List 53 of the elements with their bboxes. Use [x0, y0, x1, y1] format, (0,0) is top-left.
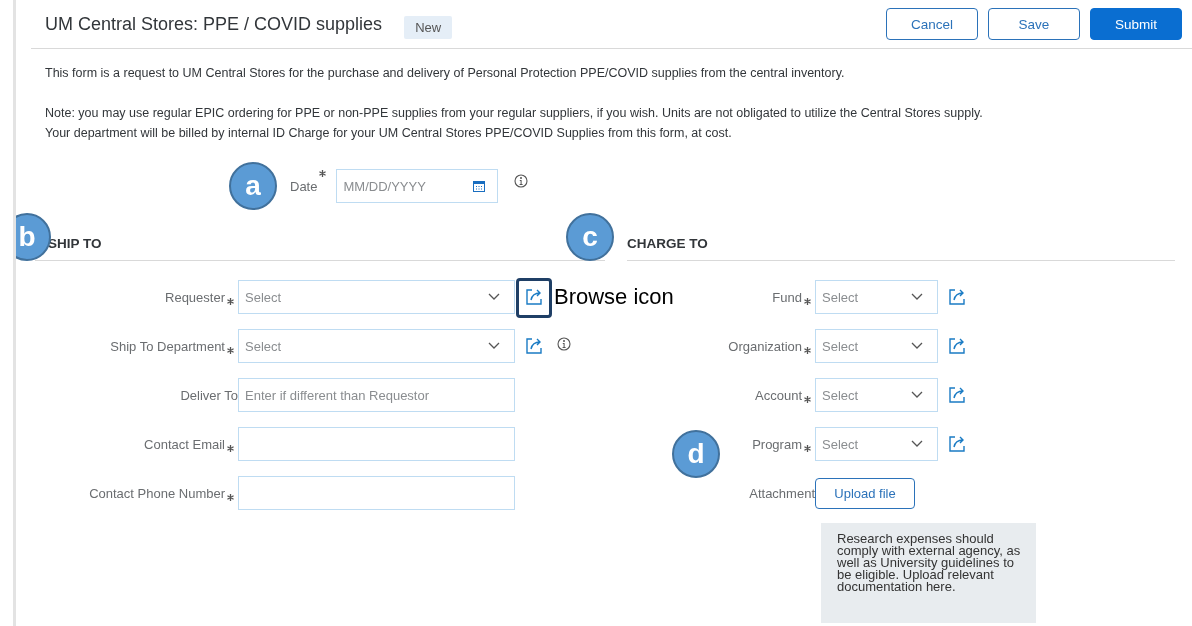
field-label: Contact Email: [144, 436, 225, 452]
select-field[interactable]: Select: [815, 378, 938, 412]
field-label: Program: [752, 436, 802, 452]
chevron-down-icon[interactable]: [911, 440, 923, 448]
field-label: Requester: [165, 289, 225, 305]
select-field[interactable]: Select: [815, 427, 938, 461]
annotation-label: Browse icon: [554, 284, 674, 310]
chevron-down-icon[interactable]: [488, 342, 500, 350]
chevron-down-icon[interactable]: [911, 293, 923, 301]
callout-marker: d: [672, 430, 720, 478]
info-note: Research expenses should comply with external agency, as well as University guidelines to be eligible. Upload relevant documentation here.: [821, 523, 1036, 623]
section-heading: CHARGE TO: [627, 236, 708, 251]
field-label: Organization: [728, 338, 802, 354]
note-text: Note: you may use regular EPIC ordering for PPE or non-PPE supplies from your regular suppliers, if you wish. Units are not obligated to utilize the Central Stores supply.: [45, 105, 984, 122]
info-icon[interactable]: [557, 337, 571, 351]
upload-button[interactable]: Upload file: [815, 477, 915, 509]
field-label: Ship To Department: [110, 338, 225, 354]
section-heading: SHIP TO: [48, 236, 102, 251]
browse-icon[interactable]: [525, 288, 543, 306]
select-field[interactable]: Select: [815, 280, 938, 314]
status-badge: New: [404, 15, 453, 39]
highlight-frame: [516, 278, 552, 318]
text-field[interactable]: [238, 476, 515, 510]
browse-icon[interactable]: [948, 435, 966, 453]
select-field[interactable]: Select: [238, 329, 515, 363]
select-field[interactable]: Select: [238, 280, 515, 314]
intro-text: This form is a request to UM Central Stores for the purchase and delivery of Personal Protection PPE/COVID supplies from the central inventory.: [45, 65, 846, 82]
chevron-down-icon[interactable]: [488, 293, 500, 301]
browse-icon[interactable]: [948, 386, 966, 404]
action-button[interactable]: Cancel: [886, 8, 978, 40]
field-label: Contact Phone Number: [89, 485, 225, 501]
chevron-down-icon[interactable]: [911, 342, 923, 350]
text-field[interactable]: [238, 427, 515, 461]
field-label: Attachment: [749, 485, 815, 501]
field-label: Fund: [772, 289, 802, 305]
text-field[interactable]: Enter if different than Requestor: [238, 378, 515, 412]
page-title: UM Central Stores: PPE / COVID supplies: [45, 13, 383, 35]
browse-icon[interactable]: [525, 337, 543, 355]
submit-button[interactable]: Submit: [1090, 8, 1182, 40]
chevron-down-icon[interactable]: [911, 391, 923, 399]
info-icon[interactable]: [514, 174, 529, 188]
field-label: Account: [755, 387, 802, 403]
callout-marker: c: [566, 213, 614, 261]
browse-icon[interactable]: [948, 337, 966, 355]
field-label: Deliver To: [180, 387, 238, 403]
select-field[interactable]: Select: [815, 329, 938, 363]
note-text: Your department will be billed by internal ID Charge for your UM Central Stores PPE/COVID Supplies from this form, at cost.: [45, 125, 733, 142]
field-label: Date: [290, 178, 318, 194]
action-button[interactable]: Save: [988, 8, 1080, 40]
browse-icon[interactable]: [948, 288, 966, 306]
date-field[interactable]: MM/DD/YYYY: [336, 169, 499, 203]
calendar-icon[interactable]: [473, 180, 486, 192]
callout-marker: a: [229, 162, 277, 210]
